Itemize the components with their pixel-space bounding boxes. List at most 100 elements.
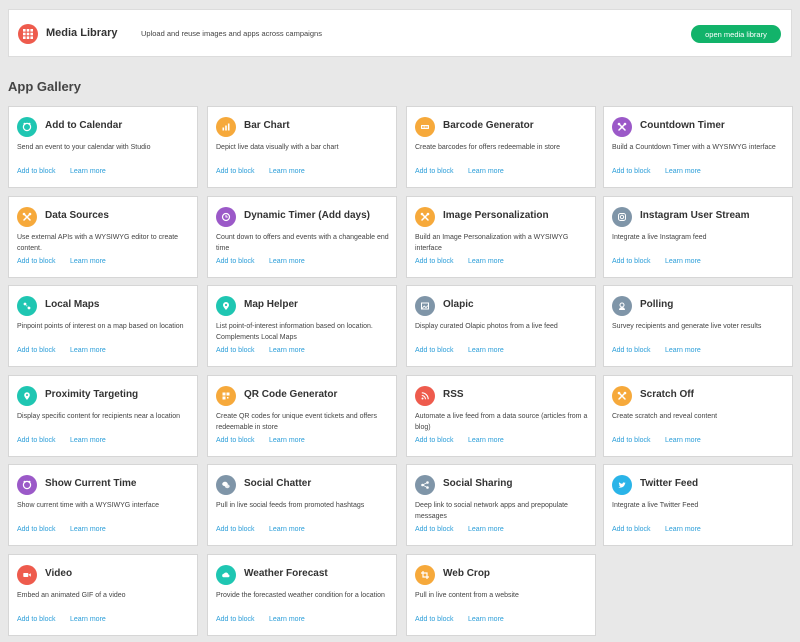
tools-icon	[612, 117, 632, 137]
app-description: Integrate a live Twitter Feed	[612, 502, 699, 509]
learn-more-link[interactable]: Learn more	[70, 616, 106, 623]
calendar-icon	[17, 117, 37, 137]
barcode-icon	[415, 117, 435, 137]
app-card: Instagram User Stream Integrate a live In…	[603, 196, 793, 278]
map-pin-icon	[216, 296, 236, 316]
learn-more-link[interactable]: Learn more	[70, 168, 106, 175]
app-description: Survey recipients and generate live vote…	[612, 323, 762, 330]
app-title: Dynamic Timer (Add days)	[244, 210, 370, 221]
app-card: Social Sharing Deep link to social networ…	[406, 464, 596, 546]
add-to-block-link[interactable]: Add to block	[612, 258, 651, 265]
add-to-block-link[interactable]: Add to block	[17, 616, 56, 623]
learn-more-link[interactable]: Learn more	[468, 437, 504, 444]
add-to-block-link[interactable]: Add to block	[216, 347, 255, 354]
learn-more-link[interactable]: Learn more	[70, 526, 106, 533]
app-card: Local Maps Pinpoint points of interest on…	[8, 285, 198, 367]
add-to-block-link[interactable]: Add to block	[612, 526, 651, 533]
app-card: Web Crop Pull in live content from a webs…	[406, 554, 596, 636]
learn-more-link[interactable]: Learn more	[665, 168, 701, 175]
location-icon	[17, 386, 37, 406]
learn-more-link[interactable]: Learn more	[665, 526, 701, 533]
app-card: RSS Automate a live feed from a data sour…	[406, 375, 596, 457]
rss-icon	[415, 386, 435, 406]
learn-more-link[interactable]: Learn more	[269, 168, 305, 175]
app-card: QR Code Generator Create QR codes for uni…	[207, 375, 397, 457]
add-to-block-link[interactable]: Add to block	[216, 168, 255, 175]
app-description: Automate a live feed from a data source …	[415, 413, 588, 431]
add-to-block-link[interactable]: Add to block	[612, 168, 651, 175]
learn-more-link[interactable]: Learn more	[468, 168, 504, 175]
clock-icon	[17, 475, 37, 495]
app-title: Twitter Feed	[640, 478, 699, 489]
app-description: Create barcodes for offers redeemable in…	[415, 144, 561, 151]
add-to-block-link[interactable]: Add to block	[17, 168, 56, 175]
app-description: Build an Image Personalization with a WY…	[415, 234, 569, 252]
app-description: Pull in live content from a website	[415, 592, 519, 599]
learn-more-link[interactable]: Learn more	[468, 258, 504, 265]
learn-more-link[interactable]: Learn more	[269, 616, 305, 623]
tools-icon	[415, 207, 435, 227]
app-card: Dynamic Timer (Add days) Count down to of…	[207, 196, 397, 278]
app-title: Local Maps	[45, 299, 100, 310]
tools-icon	[612, 386, 632, 406]
video-icon	[17, 565, 37, 585]
app-description: Depict live data visually with a bar cha…	[216, 144, 339, 151]
chat-icon	[216, 475, 236, 495]
add-to-block-link[interactable]: Add to block	[415, 258, 454, 265]
learn-more-link[interactable]: Learn more	[468, 616, 504, 623]
app-title: Social Sharing	[443, 478, 513, 489]
media-library-bar: Media Library Upload and reuse images an…	[8, 9, 792, 57]
learn-more-link[interactable]: Learn more	[70, 347, 106, 354]
learn-more-link[interactable]: Learn more	[70, 437, 106, 444]
app-title: Show Current Time	[45, 478, 137, 489]
add-to-block-link[interactable]: Add to block	[17, 258, 56, 265]
add-to-block-link[interactable]: Add to block	[612, 437, 651, 444]
app-description: Build a Countdown Timer with a WYSIWYG i…	[612, 144, 776, 151]
app-title: RSS	[443, 389, 464, 400]
app-title: QR Code Generator	[244, 389, 338, 400]
learn-more-link[interactable]: Learn more	[665, 258, 701, 265]
app-card: Barcode Generator Create barcodes for off…	[406, 106, 596, 188]
app-description: Embed an animated GIF of a video	[17, 592, 126, 599]
learn-more-link[interactable]: Learn more	[269, 437, 305, 444]
qr-code-icon	[216, 386, 236, 406]
learn-more-link[interactable]: Learn more	[468, 526, 504, 533]
learn-more-link[interactable]: Learn more	[269, 258, 305, 265]
add-to-block-link[interactable]: Add to block	[612, 347, 651, 354]
app-card: Data Sources Use external APIs with a WYS…	[8, 196, 198, 278]
learn-more-link[interactable]: Learn more	[665, 347, 701, 354]
app-title: Map Helper	[244, 299, 298, 310]
app-card: Add to Calendar Send an event to your cal…	[8, 106, 198, 188]
timer-icon	[216, 207, 236, 227]
app-card: Map Helper List point-of-interest informa…	[207, 285, 397, 367]
add-to-block-link[interactable]: Add to block	[415, 526, 454, 533]
poll-icon	[612, 296, 632, 316]
learn-more-link[interactable]: Learn more	[269, 526, 305, 533]
app-title: Bar Chart	[244, 120, 290, 131]
app-title: Image Personalization	[443, 210, 549, 221]
learn-more-link[interactable]: Learn more	[70, 258, 106, 265]
learn-more-link[interactable]: Learn more	[665, 437, 701, 444]
open-media-library-button[interactable]: open media library	[691, 25, 781, 43]
add-to-block-link[interactable]: Add to block	[415, 168, 454, 175]
add-to-block-link[interactable]: Add to block	[415, 616, 454, 623]
app-description: Count down to offers and events with a c…	[216, 234, 389, 252]
add-to-block-link[interactable]: Add to block	[415, 437, 454, 444]
app-card: Video Embed an animated GIF of a video Add…	[8, 554, 198, 636]
add-to-block-link[interactable]: Add to block	[216, 258, 255, 265]
add-to-block-link[interactable]: Add to block	[17, 347, 56, 354]
add-to-block-link[interactable]: Add to block	[415, 347, 454, 354]
add-to-block-link[interactable]: Add to block	[17, 526, 56, 533]
add-to-block-link[interactable]: Add to block	[216, 616, 255, 623]
app-title: Olapic	[443, 299, 474, 310]
app-description: Use external APIs with a WYSIWYG editor …	[17, 234, 179, 252]
app-description: Pull in live social feeds from promoted …	[216, 502, 365, 509]
learn-more-link[interactable]: Learn more	[269, 347, 305, 354]
app-title: Data Sources	[45, 210, 109, 221]
app-card: Image Personalization Build an Image Pers…	[406, 196, 596, 278]
app-title: Web Crop	[443, 568, 491, 579]
add-to-block-link[interactable]: Add to block	[216, 437, 255, 444]
add-to-block-link[interactable]: Add to block	[216, 526, 255, 533]
learn-more-link[interactable]: Learn more	[468, 347, 504, 354]
add-to-block-link[interactable]: Add to block	[17, 437, 56, 444]
